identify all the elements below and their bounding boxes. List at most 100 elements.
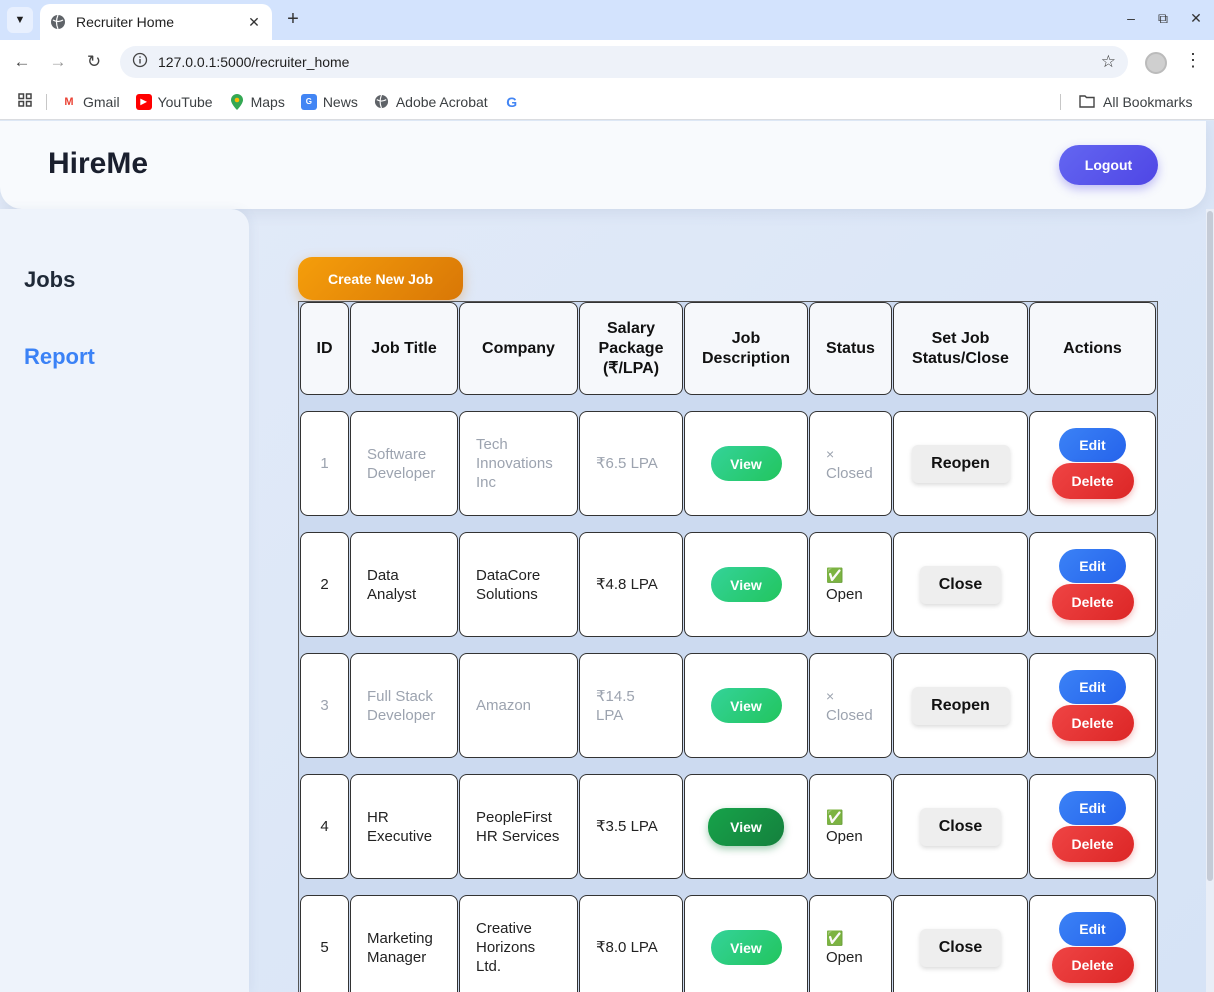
delete-button[interactable]: Delete bbox=[1051, 947, 1134, 983]
folder-icon bbox=[1079, 94, 1095, 111]
view-description-button[interactable]: View bbox=[710, 930, 782, 965]
column-header-job-title: Job Title bbox=[350, 302, 458, 395]
logout-button[interactable]: Logout bbox=[1059, 145, 1158, 185]
closed-x-icon: × bbox=[826, 445, 835, 462]
salary-package: ₹4.8 LPA bbox=[579, 532, 683, 637]
actions-cell: Edit Delete bbox=[1029, 653, 1156, 758]
actions-cell: Edit Delete bbox=[1029, 532, 1156, 637]
check-mark-icon: ✅ bbox=[826, 566, 844, 583]
delete-button[interactable]: Delete bbox=[1051, 584, 1134, 620]
address-bar[interactable]: 127.0.0.1:5000/recruiter_home ☆ bbox=[120, 46, 1128, 78]
edit-button[interactable]: Edit bbox=[1059, 549, 1126, 583]
view-description-button[interactable]: View bbox=[708, 807, 784, 846]
salary-package: ₹14.5 LPA bbox=[579, 653, 683, 758]
company-name: Creative Horizons Ltd. bbox=[459, 895, 578, 992]
bookmarks-divider bbox=[46, 93, 47, 110]
view-description-button[interactable]: View bbox=[710, 567, 782, 602]
status-cell: ✅ Open bbox=[809, 774, 892, 879]
reopen-button[interactable]: Reopen bbox=[911, 444, 1010, 483]
restore-icon[interactable]: ⧉ bbox=[1153, 10, 1173, 27]
actions-cell: Edit Delete bbox=[1029, 411, 1156, 516]
status-cell: ✅ Open bbox=[809, 895, 892, 992]
delete-button[interactable]: Delete bbox=[1051, 705, 1134, 741]
status-cell: × Closed bbox=[809, 411, 892, 516]
all-bookmarks[interactable]: All Bookmarks bbox=[1060, 84, 1192, 120]
action-buttons: Edit Delete bbox=[1036, 428, 1149, 499]
browser-tab-strip: ▼ Recruiter Home ✕ + – ⧉ ✕ bbox=[0, 0, 1214, 40]
job-id: 5 bbox=[300, 895, 349, 992]
salary-package: ₹3.5 LPA bbox=[579, 774, 683, 879]
delete-button[interactable]: Delete bbox=[1051, 463, 1134, 499]
bookmark-label: YouTube bbox=[157, 93, 213, 110]
browser-tab[interactable]: Recruiter Home ✕ bbox=[40, 4, 272, 40]
status-text: Open bbox=[826, 827, 863, 845]
jobs-table: ID Job Title Company Salary Package (₹/L… bbox=[299, 286, 1157, 992]
edit-button[interactable]: Edit bbox=[1059, 912, 1126, 946]
delete-button[interactable]: Delete bbox=[1051, 826, 1134, 862]
action-buttons: Edit Delete bbox=[1036, 549, 1149, 620]
job-description-cell: View bbox=[684, 774, 808, 879]
column-header-company: Company bbox=[459, 302, 578, 395]
back-icon[interactable]: ← bbox=[12, 52, 32, 72]
tab-search-chevron-icon[interactable]: ▼ bbox=[7, 7, 33, 33]
forward-icon[interactable]: → bbox=[48, 52, 68, 72]
new-tab-icon[interactable]: + bbox=[282, 8, 304, 30]
jobs-table-container: ID Job Title Company Salary Package (₹/L… bbox=[298, 301, 1158, 992]
sidebar: Jobs Report bbox=[0, 209, 249, 992]
page-scrollbar-thumb[interactable] bbox=[1207, 211, 1213, 881]
bookmark-star-icon[interactable]: ☆ bbox=[1101, 52, 1116, 72]
bookmarks-divider bbox=[1060, 94, 1061, 110]
view-description-button[interactable]: View bbox=[710, 446, 782, 481]
bookmark-maps[interactable]: Maps bbox=[229, 93, 285, 110]
bookmarks-bar: M Gmail ▶ YouTube Maps G News Adobe Acro… bbox=[0, 84, 1214, 120]
menu-kebab-icon[interactable]: ⋮ bbox=[1184, 50, 1202, 71]
column-header-salary: Salary Package (₹/LPA) bbox=[579, 302, 683, 395]
view-description-button[interactable]: View bbox=[710, 688, 782, 723]
table-row: 3 Full Stack Developer Amazon ₹14.5 LPA … bbox=[300, 653, 1156, 758]
job-description-cell: View bbox=[684, 411, 808, 516]
close-tab-icon[interactable]: ✕ bbox=[246, 14, 262, 31]
edit-button[interactable]: Edit bbox=[1059, 791, 1126, 825]
profile-avatar[interactable] bbox=[1145, 52, 1167, 74]
column-header-status: Status bbox=[809, 302, 892, 395]
column-header-actions: Actions bbox=[1029, 302, 1156, 395]
window-close-icon[interactable]: ✕ bbox=[1186, 10, 1206, 27]
status-text: Open bbox=[826, 585, 863, 603]
company-name: PeopleFirst HR Services bbox=[459, 774, 578, 879]
apps-grid-icon[interactable] bbox=[18, 93, 32, 110]
edit-button[interactable]: Edit bbox=[1059, 670, 1126, 704]
bookmark-label: Maps bbox=[250, 93, 285, 110]
sidebar-item-report[interactable]: Report bbox=[24, 344, 95, 370]
company-name: DataCore Solutions bbox=[459, 532, 578, 637]
action-buttons: Edit Delete bbox=[1036, 791, 1149, 862]
bookmark-news[interactable]: G News bbox=[300, 93, 358, 110]
actions-cell: Edit Delete bbox=[1029, 895, 1156, 992]
reopen-button[interactable]: Reopen bbox=[911, 686, 1010, 725]
reload-icon[interactable]: ↻ bbox=[84, 52, 104, 72]
bookmark-google[interactable]: G bbox=[504, 94, 526, 110]
bookmark-gmail[interactable]: M Gmail bbox=[61, 94, 119, 110]
job-description-cell: View bbox=[684, 895, 808, 992]
browser-toolbar: ← → ↻ 127.0.0.1:5000/recruiter_home ☆ ⋮ bbox=[0, 40, 1214, 84]
status-text: Open bbox=[826, 948, 863, 966]
bookmark-youtube[interactable]: ▶ YouTube bbox=[135, 93, 213, 110]
site-info-icon[interactable] bbox=[132, 52, 148, 73]
gmail-icon: M bbox=[64, 95, 74, 108]
status-cell: × Closed bbox=[809, 653, 892, 758]
page-content: HireMe Logout Jobs Report Create New Job… bbox=[0, 121, 1214, 992]
job-title: Software Developer bbox=[350, 411, 458, 516]
set-status-cell: Reopen bbox=[893, 411, 1028, 516]
sidebar-item-jobs[interactable]: Jobs bbox=[24, 267, 75, 293]
close-job-button[interactable]: Close bbox=[920, 565, 1001, 604]
edit-button[interactable]: Edit bbox=[1059, 428, 1126, 462]
column-header-id: ID bbox=[300, 302, 349, 395]
bookmark-adobe-acrobat[interactable]: Adobe Acrobat bbox=[374, 94, 488, 110]
table-row: 2 Data Analyst DataCore Solutions ₹4.8 L… bbox=[300, 532, 1156, 637]
close-job-button[interactable]: Close bbox=[920, 807, 1001, 846]
minimize-icon[interactable]: – bbox=[1121, 10, 1141, 26]
set-status-cell: Reopen bbox=[893, 653, 1028, 758]
close-job-button[interactable]: Close bbox=[920, 928, 1001, 967]
salary-package: ₹8.0 LPA bbox=[579, 895, 683, 992]
job-id: 4 bbox=[300, 774, 349, 879]
column-header-job-description: Job Description bbox=[684, 302, 808, 395]
